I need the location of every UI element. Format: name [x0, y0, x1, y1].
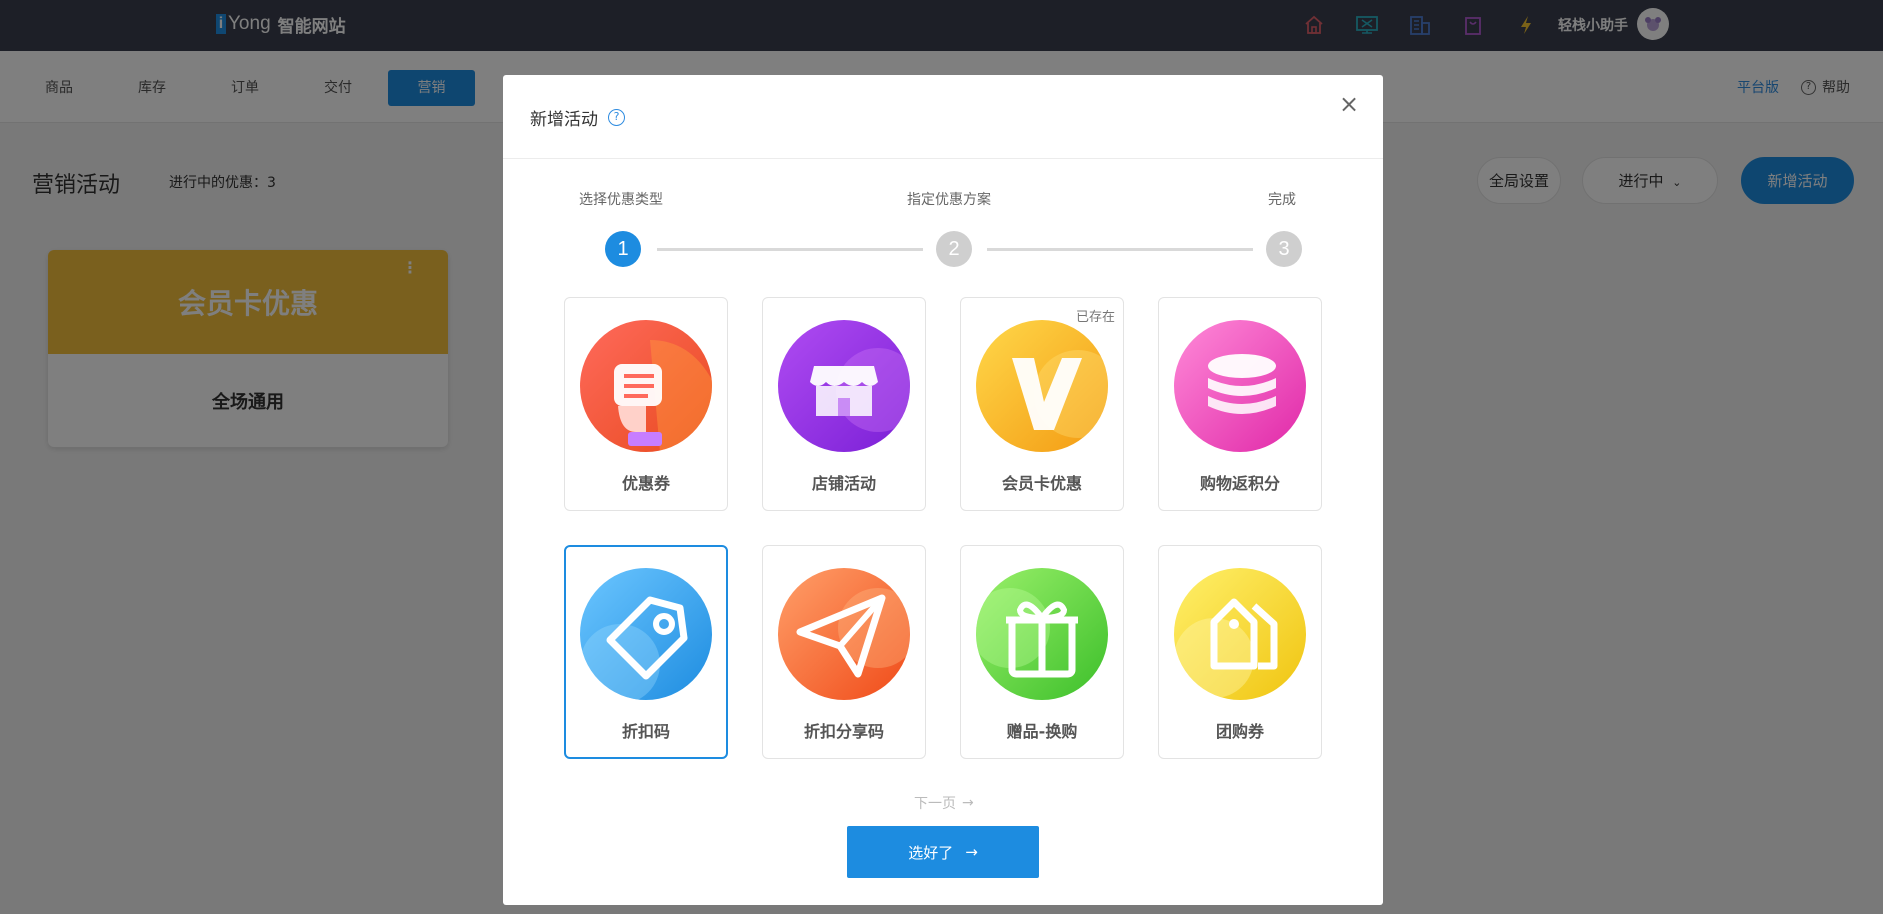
type-label: 赠品-换购	[1006, 722, 1078, 741]
type-label: 店铺活动	[811, 474, 876, 493]
new-activity-modal: 新增活动 ? × 选择优惠类型 指定优惠方案 完成 1 2 3 优惠券 店铺活动…	[503, 75, 1383, 905]
type-card-shop-activity[interactable]: 店铺活动	[762, 297, 926, 511]
type-card-coupon[interactable]: 优惠券	[564, 297, 728, 511]
tag-icon	[580, 568, 712, 700]
step-circle-2: 2	[936, 231, 972, 267]
vip-card-icon	[976, 320, 1108, 452]
type-label: 团购券	[1215, 722, 1264, 741]
arrow-right-icon: →	[962, 795, 974, 811]
next-page-link[interactable]: 下一页 →	[914, 793, 974, 813]
type-card-points[interactable]: 购物返积分	[1158, 297, 1322, 511]
step-circle-1: 1	[605, 231, 641, 267]
confirm-button[interactable]: 选好了 →	[847, 826, 1039, 878]
modal-title: 新增活动 ?	[530, 105, 625, 130]
confirm-label: 选好了	[908, 843, 954, 862]
question-icon[interactable]: ?	[608, 109, 625, 126]
step-circle-3: 3	[1266, 231, 1302, 267]
next-page-label: 下一页	[914, 796, 956, 812]
type-label: 折扣分享码	[803, 722, 884, 741]
type-card-discount-code[interactable]: 折扣码	[564, 545, 728, 759]
group-tags-icon	[1174, 568, 1306, 700]
step-label-3: 完成	[1268, 192, 1296, 208]
gift-icon	[976, 568, 1108, 700]
step-label-2: 指定优惠方案	[907, 192, 991, 208]
type-label: 会员卡优惠	[1001, 474, 1082, 493]
modal-header: 新增活动 ? ×	[503, 75, 1383, 159]
close-icon[interactable]: ×	[1336, 91, 1362, 117]
modal-title-text: 新增活动	[530, 110, 598, 130]
type-label: 优惠券	[621, 474, 670, 493]
coupon-icon	[580, 320, 712, 452]
step-line-2	[987, 248, 1253, 251]
arrow-right-icon: →	[965, 843, 978, 861]
step-label-1: 选择优惠类型	[579, 192, 663, 208]
type-card-vip-card[interactable]: 已存在 会员卡优惠	[960, 297, 1124, 511]
type-card-group-buy[interactable]: 团购券	[1158, 545, 1322, 759]
type-label: 折扣码	[621, 722, 670, 741]
type-card-share-code[interactable]: 折扣分享码	[762, 545, 926, 759]
paper-plane-icon	[778, 568, 910, 700]
step-line-1	[657, 248, 923, 251]
shop-icon	[778, 320, 910, 452]
coin-stack-icon	[1174, 320, 1306, 452]
type-card-gift[interactable]: 赠品-换购	[960, 545, 1124, 759]
type-label: 购物返积分	[1199, 474, 1280, 493]
exists-tag: 已存在	[1075, 310, 1115, 325]
